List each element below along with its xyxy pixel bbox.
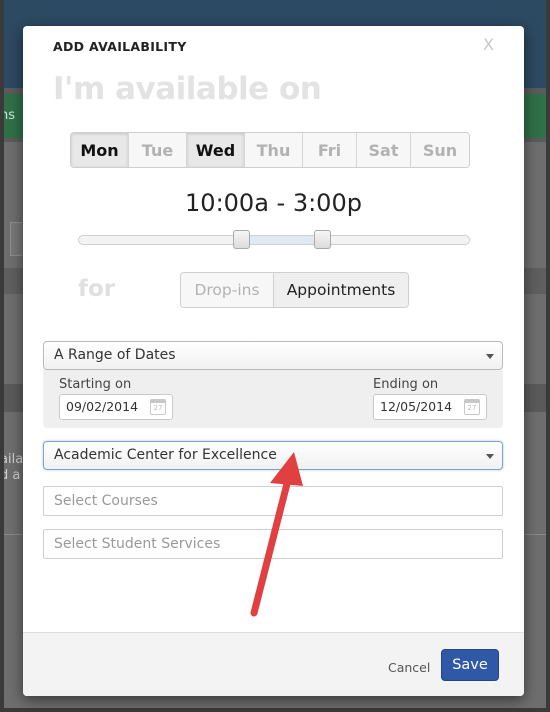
close-icon[interactable]: X xyxy=(483,35,494,54)
chevron-down-icon xyxy=(486,354,494,359)
day-selector: Mon Tue Wed Thu Fri Sat Sun xyxy=(70,132,470,168)
modal-footer: Cancel Save xyxy=(23,632,524,696)
courses-input[interactable]: Select Courses xyxy=(43,486,503,516)
window-frame-bottom xyxy=(0,708,550,712)
add-availability-modal: ADD AVAILABILITY X I'm available on Mon … xyxy=(23,26,524,696)
day-button-thu[interactable]: Thu xyxy=(245,133,303,167)
date-range-panel: Starting on 09/02/2014 27 Ending on 12/0… xyxy=(43,370,503,428)
time-range-display: 10:00a - 3:00p xyxy=(185,189,362,217)
day-button-mon[interactable]: Mon xyxy=(71,133,129,167)
end-date-value: 12/05/2014 xyxy=(380,399,453,414)
chevron-down-icon xyxy=(486,454,494,459)
for-label: for xyxy=(78,276,116,302)
day-button-sat[interactable]: Sat xyxy=(357,133,411,167)
date-mode-select[interactable]: A Range of Dates xyxy=(43,341,503,370)
day-button-tue[interactable]: Tue xyxy=(129,133,187,167)
window-frame-right xyxy=(546,0,550,712)
date-mode-value: A Range of Dates xyxy=(54,347,176,363)
availability-heading: I'm available on xyxy=(53,71,322,107)
end-date-input[interactable]: 12/05/2014 27 xyxy=(373,394,487,420)
start-date-label: Starting on xyxy=(59,377,132,392)
student-services-input[interactable]: Select Student Services xyxy=(43,529,503,559)
save-button[interactable]: Save xyxy=(441,649,499,681)
calendar-icon[interactable]: 27 xyxy=(150,399,166,415)
end-date-label: Ending on xyxy=(373,377,439,392)
day-button-sun[interactable]: Sun xyxy=(411,133,469,167)
modal-title: ADD AVAILABILITY xyxy=(53,39,187,54)
slider-end-handle[interactable] xyxy=(314,230,331,249)
day-button-fri[interactable]: Fri xyxy=(303,133,357,167)
location-value: Academic Center for Excellence xyxy=(54,447,277,463)
slider-selected-range xyxy=(241,236,323,244)
calendar-icon[interactable]: 27 xyxy=(464,399,480,415)
slider-start-handle[interactable] xyxy=(233,230,250,249)
drop-ins-button[interactable]: Drop-ins xyxy=(181,273,274,307)
day-button-wed[interactable]: Wed xyxy=(187,133,245,167)
appointments-button[interactable]: Appointments xyxy=(274,273,408,307)
appointment-type-toggle: Drop-ins Appointments xyxy=(180,272,409,308)
start-date-input[interactable]: 09/02/2014 27 xyxy=(59,394,173,420)
cancel-button[interactable]: Cancel xyxy=(388,660,430,675)
window-frame-left xyxy=(0,0,4,712)
location-select[interactable]: Academic Center for Excellence xyxy=(43,441,503,470)
start-date-value: 09/02/2014 xyxy=(66,399,139,414)
time-range-slider[interactable] xyxy=(78,230,470,249)
